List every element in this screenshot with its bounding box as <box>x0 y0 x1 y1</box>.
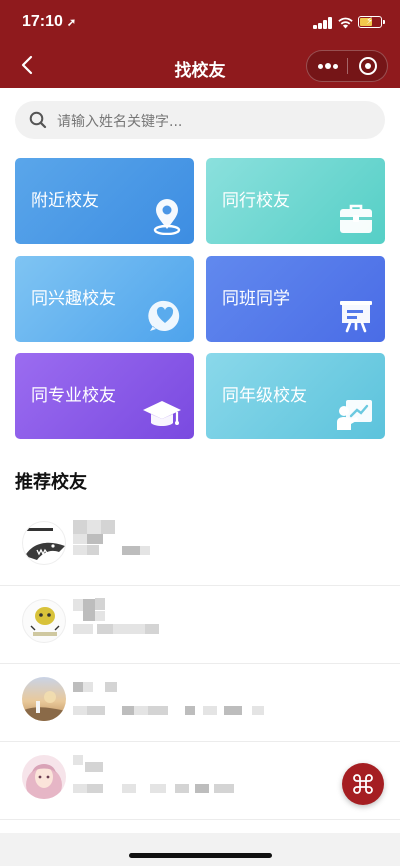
status-time-text: 17:10 <box>22 13 63 30</box>
category-nearby-alumni[interactable]: 附近校友 <box>15 158 194 244</box>
alumni-list-item[interactable] <box>0 664 400 742</box>
close-mini-program-button[interactable] <box>348 51 388 81</box>
mini-program-capsule <box>306 50 388 82</box>
floating-menu-button[interactable] <box>342 763 384 805</box>
category-same-grade[interactable]: 同年级校友 <box>206 353 385 439</box>
category-label: 同专业校友 <box>31 386 116 406</box>
home-indicator <box>129 853 272 858</box>
main-content: 请输入姓名关键字... 附近校友 同行校友 同兴趣校友 同班同学 同专业校友 同… <box>0 88 400 833</box>
more-menu-button[interactable] <box>307 51 347 81</box>
avatar <box>22 599 66 643</box>
alumni-list-item[interactable] <box>0 586 400 664</box>
cellular-signal-icon <box>313 17 333 29</box>
category-same-interests[interactable]: 同兴趣校友 <box>15 256 194 342</box>
wifi-icon <box>338 17 353 29</box>
avatar <box>22 677 66 721</box>
location-arrow-icon: ➚ <box>66 17 77 29</box>
battery-charging-icon: ⚡ <box>358 16 385 28</box>
briefcase-icon <box>340 204 372 233</box>
alumni-list-item[interactable] <box>0 508 400 586</box>
presentation-board-icon <box>340 301 372 333</box>
category-same-major[interactable]: 同专业校友 <box>15 353 194 439</box>
category-label: 附近校友 <box>31 191 99 211</box>
search-input[interactable]: 请输入姓名关键字... <box>15 101 385 139</box>
status-time: 17:10 ➚ <box>22 13 76 31</box>
location-pin-icon <box>153 199 181 235</box>
status-bar: 17:10 ➚ ⚡ <box>0 0 400 44</box>
command-key-icon <box>353 774 373 794</box>
heart-bubble-icon <box>148 300 180 331</box>
teacher-board-icon <box>337 400 372 430</box>
search-placeholder: 请输入姓名关键字... <box>57 114 183 130</box>
alumni-list-item[interactable] <box>0 742 400 820</box>
category-label: 同班同学 <box>222 289 290 309</box>
avatar <box>22 521 66 565</box>
category-same-industry[interactable]: 同行校友 <box>206 158 385 244</box>
search-icon <box>29 111 47 129</box>
category-label: 同年级校友 <box>222 386 307 406</box>
category-label: 同兴趣校友 <box>31 289 116 309</box>
category-label: 同行校友 <box>222 191 290 211</box>
graduation-cap-icon <box>143 401 181 426</box>
nav-bar: 找校友 <box>0 44 400 88</box>
category-classmates[interactable]: 同班同学 <box>206 256 385 342</box>
top-bar: 17:10 ➚ ⚡ 找校友 <box>0 0 400 88</box>
recommend-section-title: 推荐校友 <box>15 472 87 493</box>
avatar <box>22 755 66 799</box>
